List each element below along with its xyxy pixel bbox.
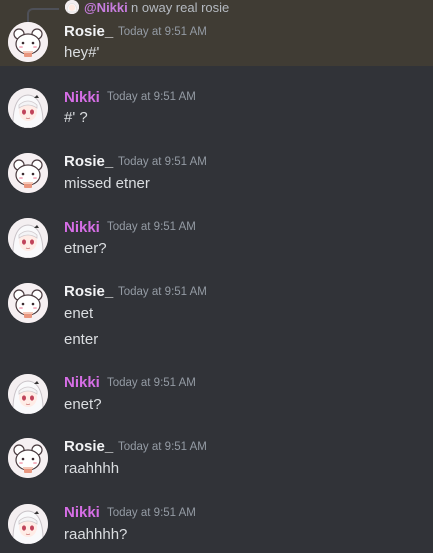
- avatar[interactable]: [8, 283, 48, 323]
- message-text: raahhhh: [64, 460, 120, 477]
- avatar[interactable]: [8, 153, 48, 193]
- timestamp: Today at 9:51 AM: [118, 156, 207, 168]
- timestamp: Today at 9:51 AM: [118, 441, 207, 453]
- avatar[interactable]: [8, 374, 48, 414]
- username[interactable]: Rosie_: [64, 283, 113, 300]
- message-text: #' ?: [64, 109, 88, 126]
- timestamp: Today at 9:51 AM: [107, 507, 196, 519]
- username[interactable]: Nikki: [64, 374, 100, 391]
- message-text: etner?: [64, 240, 107, 257]
- avatar[interactable]: [8, 438, 48, 478]
- reply-preview-text[interactable]: n oway real rosie: [131, 0, 229, 15]
- message-text: hey#': [64, 44, 100, 61]
- timestamp: Today at 9:51 AM: [118, 26, 207, 38]
- avatar[interactable]: [8, 218, 48, 258]
- avatar[interactable]: [8, 504, 48, 544]
- username[interactable]: Nikki: [64, 219, 100, 236]
- timestamp: Today at 9:51 AM: [107, 91, 196, 103]
- username[interactable]: Nikki: [64, 504, 100, 521]
- message-text: raahhhh?: [64, 526, 128, 543]
- reply-avatar[interactable]: [65, 0, 79, 14]
- message-text: missed etner: [64, 175, 150, 192]
- timestamp: Today at 9:51 AM: [118, 286, 207, 298]
- message-text: enet?: [64, 396, 102, 413]
- message-text: enter: [64, 331, 99, 348]
- username[interactable]: Rosie_: [64, 23, 113, 40]
- timestamp: Today at 9:51 AM: [107, 377, 196, 389]
- avatar[interactable]: [8, 88, 48, 128]
- message-text: enet: [64, 305, 94, 322]
- username[interactable]: Rosie_: [64, 438, 113, 455]
- timestamp: Today at 9:51 AM: [107, 221, 196, 233]
- reply-username[interactable]: @Nikki: [84, 0, 128, 15]
- username[interactable]: Nikki: [64, 89, 100, 106]
- avatar[interactable]: [8, 22, 48, 62]
- username[interactable]: Rosie_: [64, 153, 113, 170]
